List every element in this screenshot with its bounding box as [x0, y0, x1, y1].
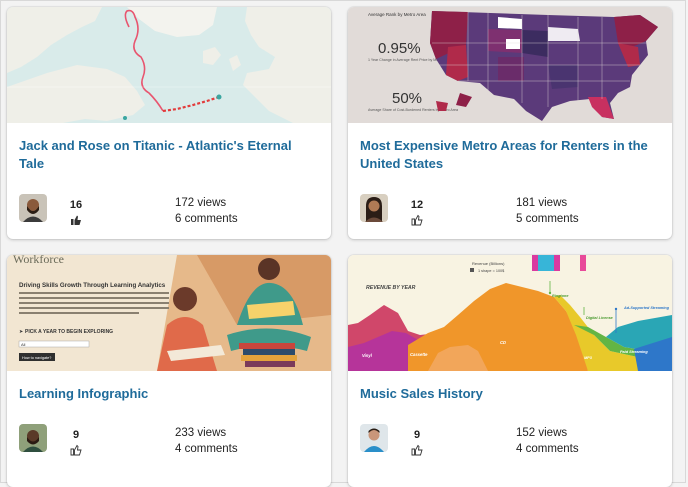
thumb-button: How to navigate?: [22, 356, 51, 360]
thumb-label-cassette: Cassette: [410, 352, 428, 357]
comments-count[interactable]: 4 comments: [516, 441, 579, 457]
views-count: 152 views: [516, 427, 568, 439]
thumb-label-paid: Paid Streaming: [620, 350, 648, 354]
thumb-heading: Driving Skills Growth Through Learning A…: [19, 282, 166, 289]
thumb-side-label: REVENUE BY YEAR: [366, 285, 416, 291]
thumb-legend: 1 shape = 100$: [478, 269, 505, 273]
infographic-thumbnail: Workforce Driving Skills Growth Through …: [7, 255, 331, 371]
like-count: 12: [410, 199, 424, 211]
thumb-brand: Workforce: [13, 255, 64, 266]
thumb-cta: PICK A YEAR TO BEGIN EXPLORING: [25, 329, 113, 335]
thumb-stat2: 50%: [392, 90, 422, 107]
thumb-label-mp3: MP3: [584, 356, 593, 360]
stats: 233 views 4 comments: [175, 425, 238, 457]
thumb-header: Average Rank by Metro Area: [368, 12, 426, 17]
thumb-label-cd: CD: [500, 340, 506, 345]
card-learning[interactable]: Workforce Driving Skills Growth Through …: [7, 255, 331, 487]
like-count: 9: [72, 429, 80, 441]
views-count: 233 views: [175, 427, 227, 439]
thumb-stat1: 0.95%: [378, 40, 421, 57]
card-music-sales[interactable]: Revenue (Billions) 1 shape = 100$ REVENU…: [348, 255, 672, 487]
views-count: 172 views: [175, 197, 227, 209]
thumb-label-adstream: Ad-Supported Streaming: [623, 306, 670, 310]
music-chart-thumbnail: Revenue (Billions) 1 shape = 100$ REVENU…: [348, 255, 672, 371]
card-thumbnail[interactable]: Revenue (Billions) 1 shape = 100$ REVENU…: [348, 255, 672, 371]
avatar[interactable]: [360, 194, 388, 222]
card-title[interactable]: Jack and Rose on Titanic - Atlantic's Et…: [19, 137, 315, 173]
card-thumbnail[interactable]: [7, 7, 331, 123]
card-title[interactable]: Most Expensive Metro Areas for Renters i…: [360, 137, 656, 173]
stats: 152 views 4 comments: [516, 425, 579, 457]
avatar[interactable]: [19, 424, 47, 452]
thumb-select: All: [21, 342, 26, 347]
like-count: 9: [413, 429, 421, 441]
card-thumbnail[interactable]: Workforce Driving Skills Growth Through …: [7, 255, 331, 371]
stats: 172 views 6 comments: [175, 195, 238, 227]
thumbs-up-icon[interactable]: [70, 213, 82, 225]
us-map-thumbnail: Average Rank by Metro Area 0.95% 1 Year …: [348, 7, 672, 123]
card-metro-rent[interactable]: Average Rank by Metro Area 0.95% 1 Year …: [348, 7, 672, 239]
thumb-label-vinyl: Vinyl: [362, 353, 373, 358]
views-count: 181 views: [516, 197, 568, 209]
avatar[interactable]: [19, 194, 47, 222]
comments-count[interactable]: 5 comments: [516, 211, 579, 227]
thumb-label-ringtone: Ringtone: [552, 294, 568, 298]
like-count: 16: [69, 199, 83, 211]
thumb-label-digital: Digital License: [586, 316, 613, 320]
comments-count[interactable]: 6 comments: [175, 211, 238, 227]
card-titanic[interactable]: Jack and Rose on Titanic - Atlantic's Et…: [7, 7, 331, 239]
stats: 181 views 5 comments: [516, 195, 579, 227]
thumb-top-label: Revenue (Billions): [472, 261, 505, 266]
thumbs-up-icon[interactable]: [411, 443, 423, 456]
card-title[interactable]: Music Sales History: [360, 385, 656, 403]
thumbs-up-icon[interactable]: [70, 443, 82, 456]
map-thumbnail: [7, 7, 331, 123]
card-title[interactable]: Learning Infographic: [19, 385, 315, 403]
avatar[interactable]: [360, 424, 388, 452]
card-thumbnail[interactable]: Average Rank by Metro Area 0.95% 1 Year …: [348, 7, 672, 123]
thumbs-up-icon[interactable]: [411, 213, 423, 226]
thumb-cta-arrow: ➤: [19, 329, 23, 335]
comments-count[interactable]: 4 comments: [175, 441, 238, 457]
